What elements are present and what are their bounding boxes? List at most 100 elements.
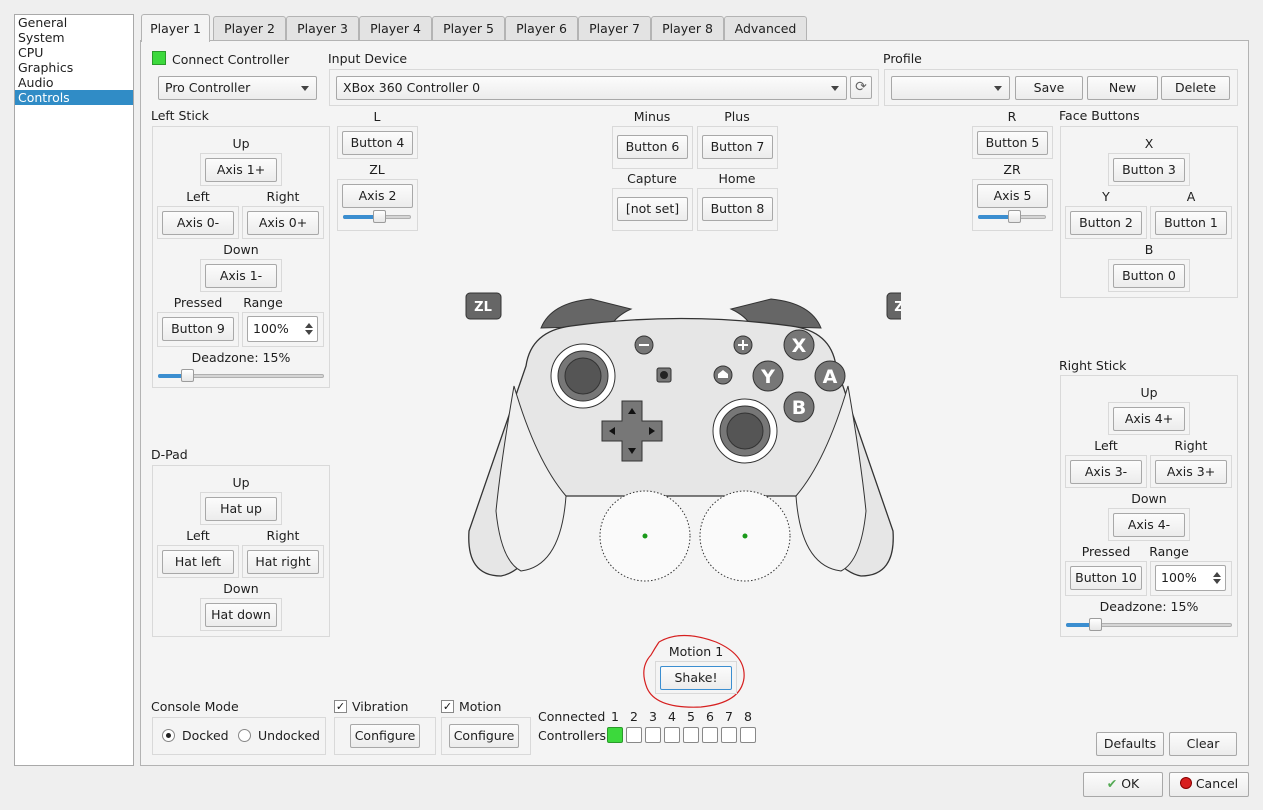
docked-radio[interactable] [162, 729, 175, 742]
input-device-select[interactable]: XBox 360 Controller 0 [336, 76, 847, 100]
slider-handle[interactable] [1008, 210, 1021, 223]
controller-type-value: Pro Controller [165, 80, 251, 95]
r-label: R [1007, 109, 1017, 124]
controller-slot-5[interactable] [683, 727, 699, 743]
b-face-label: B [792, 397, 806, 419]
right-stick-deadzone-slider[interactable] [1066, 618, 1232, 631]
tab-player-1[interactable]: Player 1 [141, 14, 210, 42]
clear-button[interactable]: Clear [1169, 732, 1237, 756]
delete-profile-button[interactable]: Delete [1161, 76, 1230, 100]
tab-player-2[interactable]: Player 2 [213, 16, 286, 41]
profile-select[interactable] [891, 76, 1010, 100]
zr-indicator: ZR [886, 292, 901, 320]
capture-label: Capture [627, 171, 677, 186]
face-a-label: A [1186, 189, 1196, 204]
tab-advanced[interactable]: Advanced [724, 16, 807, 41]
spin-down-icon[interactable] [1213, 579, 1221, 584]
undocked-radio[interactable] [238, 729, 251, 742]
spin-up-icon[interactable] [1213, 572, 1221, 577]
slider-handle[interactable] [1089, 618, 1102, 631]
zl-indicator-label: ZL [474, 300, 492, 315]
dpad-down-button[interactable]: Hat down [205, 603, 277, 627]
ok-button[interactable]: ✔ OK [1083, 772, 1163, 797]
dpad-up-button[interactable]: Hat up [205, 497, 277, 521]
dpad-right-button[interactable]: Hat right [247, 550, 319, 574]
zr-threshold-slider[interactable] [978, 210, 1046, 223]
right-stick-left-label: Left [1094, 438, 1118, 453]
motion-configure-button[interactable]: Configure [449, 724, 519, 748]
left-stick-pressed-button[interactable]: Button 9 [162, 317, 234, 341]
slider-handle[interactable] [181, 369, 194, 382]
spin-up-icon[interactable] [305, 323, 313, 328]
plus-button[interactable]: Button 7 [702, 135, 773, 159]
l-button[interactable]: Button 4 [342, 131, 413, 155]
cancel-button[interactable]: Cancel [1169, 772, 1249, 797]
face-x-button[interactable]: Button 3 [1113, 158, 1185, 182]
controller-type-select[interactable]: Pro Controller [158, 76, 317, 100]
new-profile-button[interactable]: New [1087, 76, 1158, 100]
controller-slot-7[interactable] [721, 727, 737, 743]
right-stick-range-label: Range [1149, 544, 1189, 559]
tab-player-3[interactable]: Player 3 [286, 16, 359, 41]
sidebar-item-audio[interactable]: Audio [15, 75, 133, 90]
zl-threshold-slider[interactable] [343, 210, 411, 223]
controller-slot-8[interactable] [740, 727, 756, 743]
spin-down-icon[interactable] [305, 330, 313, 335]
left-stick-range-value: 100% [253, 321, 289, 336]
left-stick-right-button[interactable]: Axis 0+ [247, 211, 319, 235]
face-b-button[interactable]: Button 0 [1113, 264, 1185, 288]
slider-handle[interactable] [373, 210, 386, 223]
sidebar-item-controls[interactable]: Controls [15, 90, 133, 105]
motion-checkbox[interactable]: ✓ [441, 700, 454, 713]
left-stick-down-button[interactable]: Axis 1- [205, 264, 277, 288]
right-stick-right-button[interactable]: Axis 3+ [1155, 460, 1227, 484]
left-stick-deadzone-slider[interactable] [158, 369, 324, 382]
sidebar-item-general[interactable]: General [15, 15, 133, 30]
home-button[interactable]: Button 8 [702, 197, 773, 221]
tab-player-5[interactable]: Player 5 [432, 16, 505, 41]
connect-controller-label: Connect Controller [172, 52, 290, 67]
y-face-label: Y [760, 366, 775, 388]
defaults-button[interactable]: Defaults [1096, 732, 1164, 756]
tab-player-4[interactable]: Player 4 [359, 16, 432, 41]
tab-player-6[interactable]: Player 6 [505, 16, 578, 41]
right-stick-down-button[interactable]: Axis 4- [1113, 513, 1185, 537]
controller-slot-4[interactable] [664, 727, 680, 743]
sidebar-item-system[interactable]: System [15, 30, 133, 45]
zr-button[interactable]: Axis 5 [977, 184, 1048, 208]
controller-number-1: 1 [611, 709, 619, 724]
left-stick-range-spinbox[interactable]: 100% [247, 316, 318, 342]
left-stick-down-label: Down [223, 242, 259, 257]
capture-button[interactable]: [not set] [617, 197, 688, 221]
controller-slot-2[interactable] [626, 727, 642, 743]
controller-slot-1[interactable] [607, 727, 623, 743]
left-stick-left-label: Left [186, 189, 210, 204]
tab-player-8[interactable]: Player 8 [651, 16, 724, 41]
right-stick-range-spinbox[interactable]: 100% [1155, 565, 1226, 591]
zl-label: ZL [369, 162, 385, 177]
r-button[interactable]: Button 5 [977, 131, 1048, 155]
motion-shake-button[interactable]: Shake! [660, 666, 732, 690]
minus-button[interactable]: Button 6 [617, 135, 688, 159]
left-stick-deadzone-label: Deadzone: 15% [191, 350, 291, 365]
controller-slot-3[interactable] [645, 727, 661, 743]
save-profile-button[interactable]: Save [1015, 76, 1083, 100]
refresh-devices-button[interactable]: ⟳ [850, 76, 872, 99]
right-stick-left-button[interactable]: Axis 3- [1070, 460, 1142, 484]
left-stick-up-button[interactable]: Axis 1+ [205, 158, 277, 182]
right-stick-up-button[interactable]: Axis 4+ [1113, 407, 1185, 431]
vibration-configure-button[interactable]: Configure [350, 724, 420, 748]
sidebar-item-graphics[interactable]: Graphics [15, 60, 133, 75]
zl-button[interactable]: Axis 2 [342, 184, 413, 208]
left-stick-left-button[interactable]: Axis 0- [162, 211, 234, 235]
tab-player-7[interactable]: Player 7 [578, 16, 651, 41]
vibration-checkbox[interactable]: ✓ [334, 700, 347, 713]
face-y-button[interactable]: Button 2 [1070, 211, 1142, 235]
face-a-button[interactable]: Button 1 [1155, 211, 1227, 235]
controller-slot-6[interactable] [702, 727, 718, 743]
dpad-left-button[interactable]: Hat left [162, 550, 234, 574]
right-stick-title: Right Stick [1059, 358, 1127, 373]
right-stick-pressed-button[interactable]: Button 10 [1070, 566, 1142, 590]
connect-controller-checkbox[interactable] [152, 51, 166, 65]
sidebar-item-cpu[interactable]: CPU [15, 45, 133, 60]
